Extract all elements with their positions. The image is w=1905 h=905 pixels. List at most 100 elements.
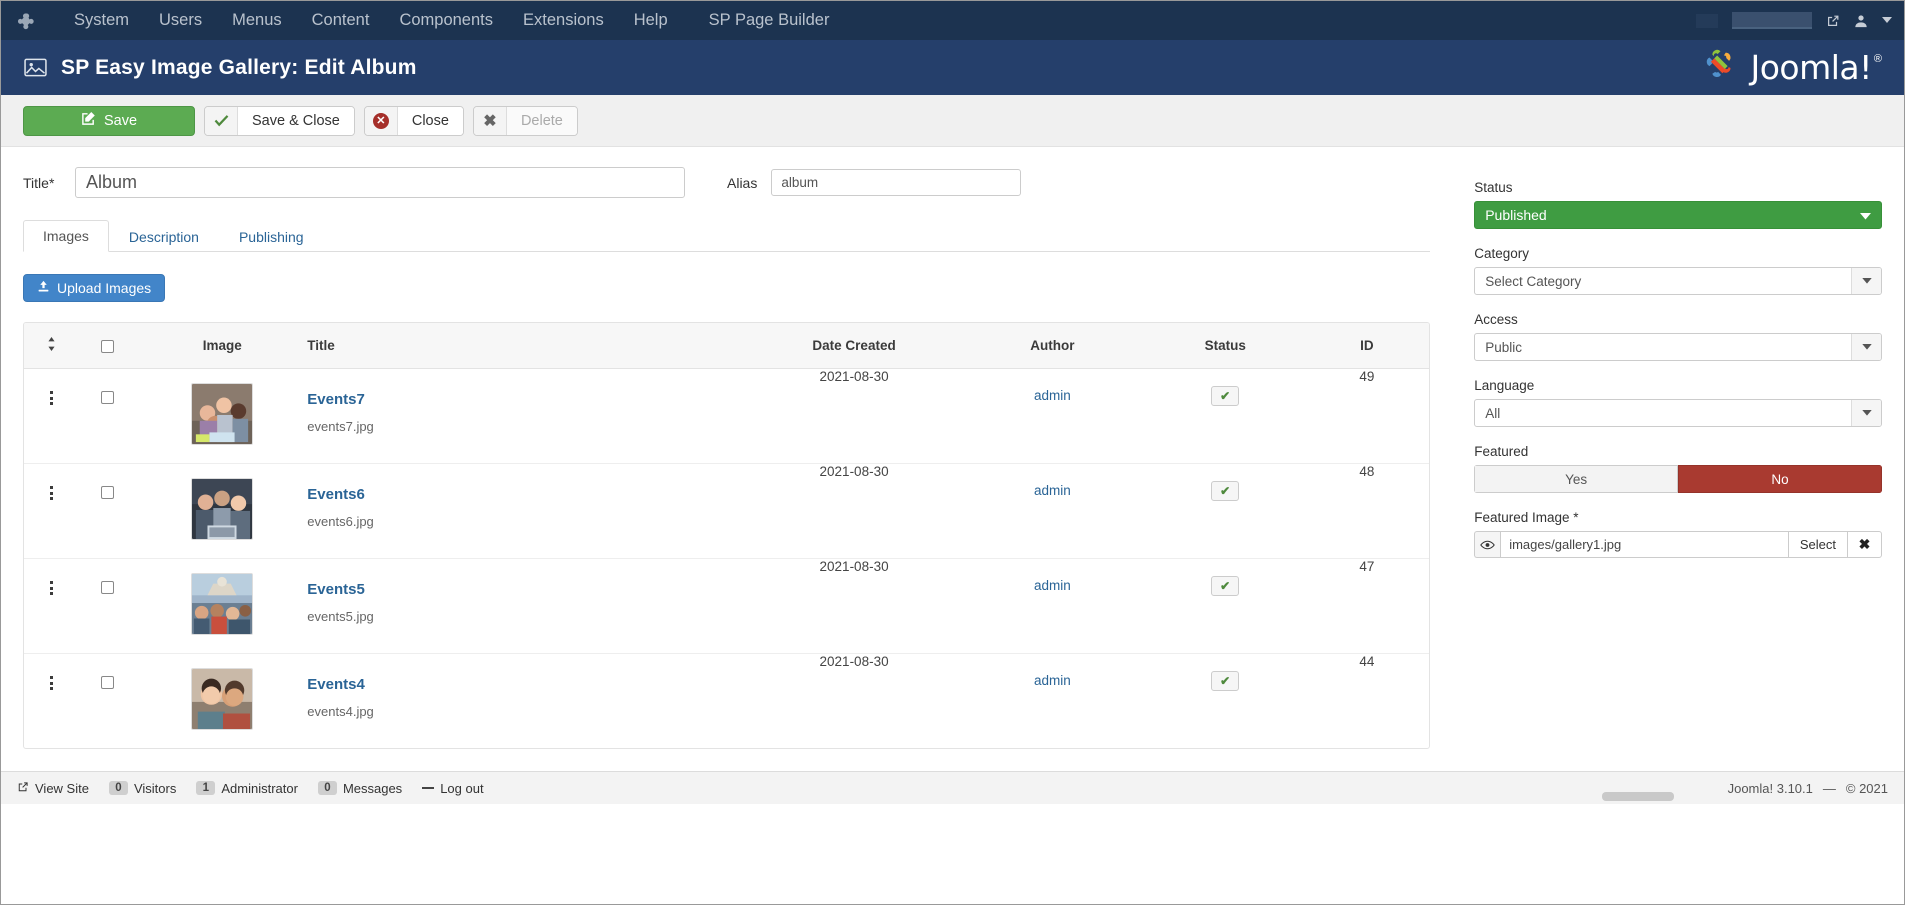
save-button[interactable]: Save <box>23 105 195 136</box>
messages-status[interactable]: 0 Messages <box>317 781 402 796</box>
author-link[interactable]: admin <box>1034 464 1071 498</box>
joomla-version: Joomla! 3.10.1 <box>1727 780 1813 796</box>
image-title-link[interactable]: Events6 <box>307 464 749 503</box>
chevron-down-icon <box>1851 268 1881 294</box>
visitors-status[interactable]: 0 Visitors <box>108 781 176 796</box>
thumbnail-image[interactable] <box>191 478 254 540</box>
author-link[interactable]: admin <box>1034 654 1071 688</box>
status-select[interactable]: Published <box>1474 201 1882 229</box>
column-status[interactable]: Status <box>1145 323 1305 369</box>
table-row: Events7 events7.jpg 2021-08-30 admin ✔ 4… <box>24 368 1430 464</box>
joomla-symbol-icon <box>1706 49 1731 77</box>
featured-image-select-button[interactable]: Select <box>1787 531 1847 558</box>
menu-item-sp-page-builder[interactable]: SP Page Builder <box>683 1 845 40</box>
row-date-cell: 2021-08-30 <box>819 654 889 669</box>
view-site-link[interactable]: View Site <box>17 781 89 796</box>
sort-icon[interactable] <box>47 337 56 354</box>
admin-menu-bar: System Users Menus Content Components Ex… <box>1 1 1904 40</box>
row-author-cell: admin <box>958 558 1146 654</box>
image-filename: events6.jpg <box>307 514 374 529</box>
status-toggle-button[interactable]: ✔ <box>1211 671 1240 691</box>
thumbnail-image[interactable] <box>191 573 254 635</box>
status-toggle-button[interactable]: ✔ <box>1211 481 1240 501</box>
tab-images[interactable]: Images <box>23 220 109 252</box>
column-date-created[interactable]: Date Created <box>749 323 959 369</box>
row-checkbox[interactable] <box>101 676 115 689</box>
image-title-link[interactable]: Events4 <box>307 654 749 693</box>
featured-no-button[interactable]: No <box>1678 465 1882 493</box>
menu-item-menus[interactable]: Menus <box>217 1 297 40</box>
row-checkbox[interactable] <box>101 486 115 499</box>
drag-handle-icon[interactable] <box>49 464 53 500</box>
user-icon[interactable] <box>1854 14 1868 28</box>
row-checkbox-cell[interactable] <box>78 463 138 559</box>
image-title-link[interactable]: Events5 <box>307 559 749 598</box>
alias-input[interactable] <box>771 169 1022 196</box>
featured-image-clear-button[interactable]: ✖ <box>1847 531 1882 558</box>
image-title-link[interactable]: Events7 <box>307 369 749 408</box>
external-link-icon[interactable] <box>1826 14 1840 28</box>
drag-handle-icon[interactable] <box>49 654 53 690</box>
edit-square-icon <box>81 111 96 130</box>
logout-link[interactable]: Log out <box>422 781 484 796</box>
featured-image-path[interactable]: images/gallery1.jpg <box>1500 531 1788 558</box>
column-title[interactable]: Title <box>307 323 750 369</box>
eye-icon[interactable] <box>1474 531 1501 558</box>
delete-button[interactable]: ✖ Delete <box>472 105 578 136</box>
access-select[interactable]: Public <box>1474 333 1882 361</box>
row-date-cell: 2021-08-30 <box>749 368 959 464</box>
row-title-cell: Events6 events6.jpg <box>307 463 750 559</box>
upload-images-button[interactable]: Upload Images <box>23 274 166 302</box>
category-select[interactable]: Select Category <box>1474 267 1882 295</box>
menu-item-system[interactable]: System <box>59 1 144 40</box>
row-checkbox-cell[interactable] <box>78 654 137 749</box>
tab-publishing[interactable]: Publishing <box>219 221 324 252</box>
messages-count-badge: 0 <box>317 781 337 795</box>
copyright: © 2021 <box>1845 780 1888 796</box>
save-and-close-button[interactable]: Save & Close <box>204 105 355 136</box>
thumbnail-image[interactable] <box>191 668 254 730</box>
thumbnail-image[interactable] <box>191 383 254 445</box>
row-drag-cell[interactable] <box>24 463 79 559</box>
menu-item-components[interactable]: Components <box>384 1 508 40</box>
column-author[interactable]: Author <box>958 323 1146 369</box>
row-checkbox[interactable] <box>101 391 115 404</box>
row-checkbox[interactable] <box>101 581 115 594</box>
menu-item-help[interactable]: Help <box>619 1 683 40</box>
status-toggle-button[interactable]: ✔ <box>1211 576 1240 596</box>
row-drag-cell[interactable] <box>24 558 79 654</box>
row-status-cell: ✔ <box>1146 654 1305 749</box>
status-group: Status Published <box>1474 180 1882 229</box>
language-group: Language All <box>1474 378 1882 427</box>
row-checkbox-cell[interactable] <box>78 368 138 464</box>
row-drag-cell[interactable] <box>24 654 78 749</box>
row-thumbnail-cell <box>137 368 308 464</box>
close-button[interactable]: ✕ Close <box>363 105 464 136</box>
chevron-down-icon[interactable] <box>1882 17 1892 24</box>
drag-handle-icon[interactable] <box>49 559 53 595</box>
row-checkbox-cell[interactable] <box>78 558 138 654</box>
footer-version-info: Joomla! 3.10.1 — © 2021 <box>1728 781 1888 796</box>
administrator-status[interactable]: 1 Administrator <box>196 781 298 796</box>
image-filename: events7.jpg <box>307 419 374 434</box>
menu-item-users[interactable]: Users <box>144 1 217 40</box>
drag-handle-icon[interactable] <box>49 369 53 405</box>
column-sort-handle[interactable] <box>24 323 79 369</box>
column-id[interactable]: ID <box>1304 323 1430 369</box>
featured-yes-button[interactable]: Yes <box>1474 465 1679 493</box>
horizontal-scrollbar[interactable] <box>1602 792 1674 801</box>
joomla-logo-icon[interactable] <box>15 8 41 34</box>
status-toggle-button[interactable]: ✔ <box>1211 386 1240 406</box>
column-select-all[interactable] <box>78 323 138 369</box>
featured-image-field: images/gallery1.jpg Select ✖ <box>1474 531 1882 558</box>
featured-label: Featured <box>1474 444 1529 459</box>
author-link[interactable]: admin <box>1034 369 1071 403</box>
tab-description[interactable]: Description <box>109 221 219 252</box>
author-link[interactable]: admin <box>1034 559 1071 593</box>
menu-item-content[interactable]: Content <box>297 1 385 40</box>
select-all-checkbox[interactable] <box>101 339 115 353</box>
row-drag-cell[interactable] <box>24 368 79 464</box>
language-select[interactable]: All <box>1474 399 1882 427</box>
title-input[interactable] <box>75 167 685 198</box>
menu-item-extensions[interactable]: Extensions <box>508 1 619 40</box>
